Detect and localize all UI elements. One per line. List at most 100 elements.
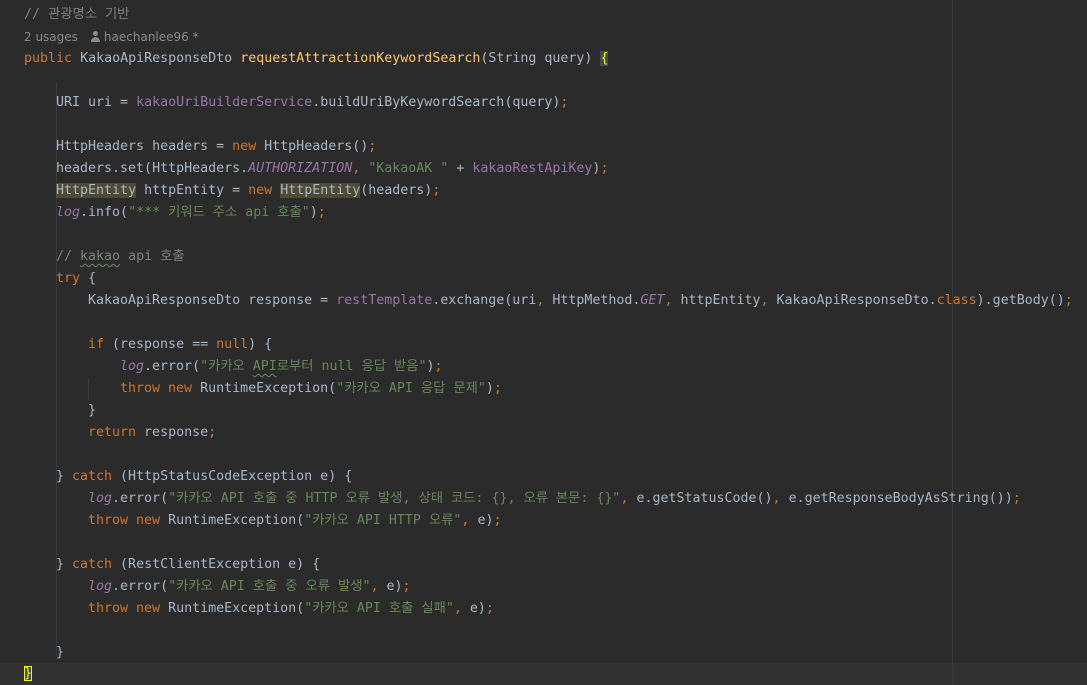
token-text: URI uri = xyxy=(56,95,137,110)
code-line-headers-set[interactable]: headers.set(HttpHeaders.AUTHORIZATION, "… xyxy=(56,158,608,180)
token-keyword: throw xyxy=(88,513,129,528)
token-semicolon: ; xyxy=(1064,293,1073,308)
code-line-try[interactable]: try { xyxy=(56,268,96,290)
token-keyword: public xyxy=(24,51,73,66)
code-line-headers[interactable]: HttpHeaders headers = new HttpHeaders(); xyxy=(56,136,376,158)
code-line-close-method[interactable]: } xyxy=(24,663,33,685)
code-line-throw-http[interactable]: throw new RuntimeException("카카오 API HTTP… xyxy=(88,510,501,532)
code-line-comment-header[interactable]: // 관광명소 기반 xyxy=(24,4,129,26)
token-brace-matched: { xyxy=(600,51,609,66)
token-text: KakaoApiResponseDto response = xyxy=(88,293,337,308)
token-text: .buildUriByKeywordSearch(query) xyxy=(312,95,561,110)
token-semicolon: ; xyxy=(368,139,377,154)
token-text: ).getBody() xyxy=(976,293,1065,308)
code-line-return[interactable]: return response; xyxy=(88,422,216,444)
token-semicolon: ; xyxy=(434,359,443,374)
code-line-log-error-client[interactable]: log.error("카카오 API 호출 중 오류 발생", e); xyxy=(88,576,411,598)
code-line-signature[interactable]: public KakaoApiResponseDto requestAttrac… xyxy=(24,48,609,70)
code-line-log-error-null[interactable]: log.error("카카오 API로부터 null 응답 받음"); xyxy=(120,356,443,378)
code-line-close-if[interactable]: } xyxy=(88,400,96,422)
code-line-close-catch[interactable]: } xyxy=(56,642,64,664)
author-hint[interactable]: haechanlee96 * xyxy=(104,30,199,44)
token-keyword: new xyxy=(168,381,193,396)
token-text: e) xyxy=(477,513,494,528)
token-text: e) xyxy=(469,601,486,616)
code-line-catch-http[interactable]: } catch (HttpStatusCodeException e) { xyxy=(56,466,352,488)
token-comma: , xyxy=(772,491,789,506)
token-text: RuntimeException( xyxy=(192,381,337,396)
token-type-highlighted: HttpEntity xyxy=(280,183,361,198)
token-comment: api 호출 xyxy=(120,249,185,264)
code-line-throw-client[interactable]: throw new RuntimeException("카카오 API 호출 실… xyxy=(88,598,494,620)
token-comma: , xyxy=(664,293,681,308)
token-type: KakaoApiResponseDto xyxy=(80,51,233,66)
token-keyword: new xyxy=(248,183,273,198)
token-params: (String query) xyxy=(480,51,601,66)
token-keyword: null xyxy=(216,337,249,352)
token-string-typo: API xyxy=(252,359,277,374)
inlay-hint[interactable]: 2 usages haechanlee96 * xyxy=(24,28,199,46)
token-string: "카카오 API 호출 실패" xyxy=(304,601,454,616)
token-comma: , xyxy=(461,513,478,528)
token-text: .error( xyxy=(112,491,169,506)
code-line-comment-call[interactable]: // kakao api 호출 xyxy=(56,246,185,268)
token-text: httpEntity xyxy=(680,293,761,308)
token-semicolon: ; xyxy=(317,205,326,220)
token-text: (response == xyxy=(104,337,217,352)
token-text: e.getStatusCode() xyxy=(636,491,773,506)
token-comma: , xyxy=(370,579,387,594)
token-field: log xyxy=(88,491,113,506)
token-semicolon: ; xyxy=(432,183,441,198)
token-string: "카카오 API HTTP 오류" xyxy=(304,513,462,528)
code-line-uri[interactable]: URI uri = kakaoUriBuilderService.buildUr… xyxy=(56,92,568,114)
token-semicolon: ; xyxy=(485,601,494,616)
code-editor[interactable]: // 관광명소 기반 2 usages haechanlee96 * public… xyxy=(0,0,1087,685)
token-text: .error( xyxy=(144,359,201,374)
token-field: kakaoRestApiKey xyxy=(472,161,593,176)
code-line-if[interactable]: if (response == null) { xyxy=(88,334,272,356)
code-line-response[interactable]: KakaoApiResponseDto response = restTempl… xyxy=(88,290,1073,312)
usages-hint[interactable]: 2 usages xyxy=(24,30,78,44)
token-comma: , xyxy=(536,293,553,308)
token-string: "*** 키워드 주소 api 호출" xyxy=(128,205,310,220)
token-string: 로부터 null 응답 받음" xyxy=(276,359,427,374)
token-semicolon: ; xyxy=(600,161,609,176)
token-keyword: new xyxy=(232,139,257,154)
token-keyword: new xyxy=(136,513,161,528)
token-type-highlighted: HttpEntity xyxy=(56,183,137,198)
token-constant: GET xyxy=(640,293,665,308)
code-line-log-error-http[interactable]: log.error("카카오 API 호출 중 HTTP 오류 발생, 상태 코… xyxy=(88,488,1021,510)
token-text: + xyxy=(448,161,473,176)
token-text: RuntimeException( xyxy=(160,513,305,528)
code-line-catch-client[interactable]: } catch (RestClientException e) { xyxy=(56,554,320,576)
token-text: RuntimeException( xyxy=(160,601,305,616)
token-keyword: catch xyxy=(72,469,113,484)
indent-guide xyxy=(88,378,89,400)
code-line-log-info[interactable]: log.info("*** 키워드 주소 api 호출"); xyxy=(56,202,326,224)
token-comma: , xyxy=(760,293,777,308)
token-keyword: if xyxy=(88,337,105,352)
token-text: { xyxy=(80,271,97,286)
token-comment: // xyxy=(56,249,81,264)
token-text: HttpHeaders() xyxy=(256,139,369,154)
token-text: ) { xyxy=(248,337,273,352)
token-keyword: catch xyxy=(72,557,113,572)
code-line-http-entity[interactable]: HttpEntity httpEntity = new HttpEntity(h… xyxy=(56,180,440,202)
token-field: kakaoUriBuilderService xyxy=(136,95,313,110)
code-line-throw-response[interactable]: throw new RuntimeException("카카오 API 응답 문… xyxy=(120,378,502,400)
token-field: restTemplate xyxy=(336,293,433,308)
token-field: log xyxy=(120,359,145,374)
token-text: ) xyxy=(309,205,318,220)
token-string: "카카오 API 호출 중 HTTP 오류 발생, 상태 코드: {}, 오류 … xyxy=(168,491,621,506)
token-text: .info( xyxy=(80,205,129,220)
token-keyword: return xyxy=(88,425,137,440)
right-margin-guide xyxy=(952,0,953,685)
token-keyword: new xyxy=(136,601,161,616)
token-text: .exchange(uri xyxy=(432,293,537,308)
token-keyword: try xyxy=(56,271,81,286)
token-text: (headers) xyxy=(360,183,433,198)
token-text: response xyxy=(136,425,209,440)
